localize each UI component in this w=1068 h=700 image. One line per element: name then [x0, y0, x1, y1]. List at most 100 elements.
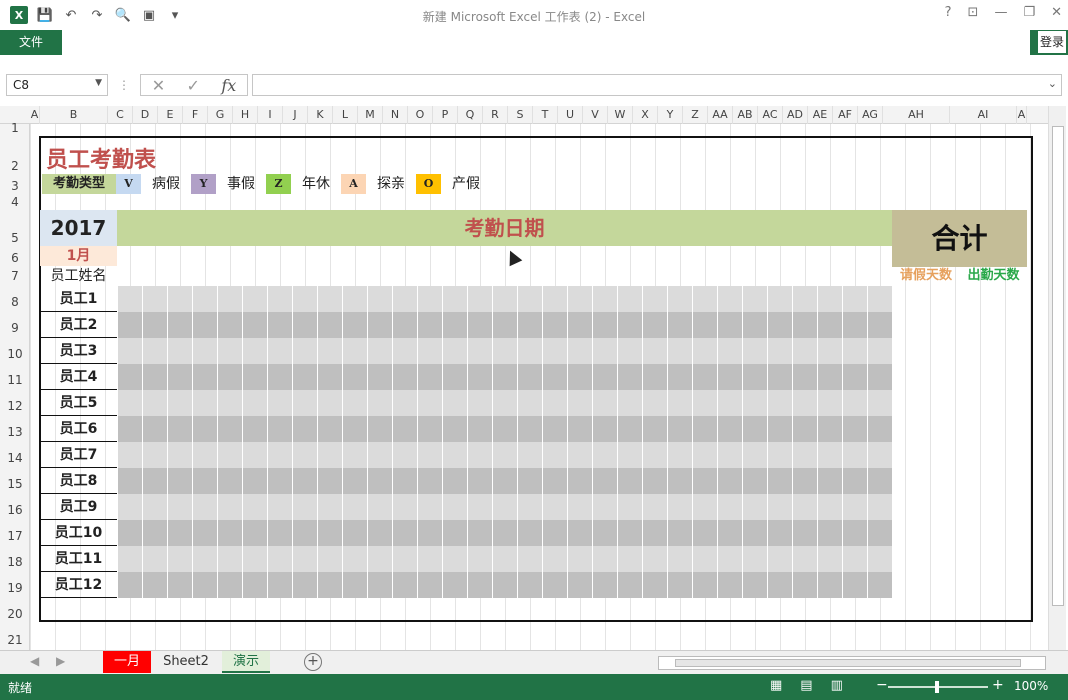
normal-view-icon[interactable]: ▦ [770, 678, 782, 693]
attendance-day-cells[interactable] [117, 520, 892, 546]
legend-name[interactable]: 年休 [291, 174, 341, 194]
column-header[interactable]: N [383, 106, 408, 124]
row-header[interactable]: 8 [0, 295, 30, 309]
row-header[interactable]: 9 [0, 321, 30, 335]
employee-name[interactable]: 员工9 [40, 494, 117, 520]
tab-review[interactable]: 审阅 [360, 30, 396, 55]
employee-name[interactable]: 员工4 [40, 364, 117, 390]
attendance-day-cells[interactable] [117, 442, 892, 468]
row-header[interactable]: 13 [0, 425, 30, 439]
column-header[interactable]: AI [950, 106, 1017, 124]
tab-file[interactable]: 文件 [0, 30, 62, 55]
sheet-tab-demo[interactable]: 演示 [222, 651, 270, 673]
column-header[interactable]: L [333, 106, 358, 124]
zoom-in-icon[interactable]: + [992, 677, 1004, 693]
column-header[interactable]: D [133, 106, 158, 124]
employee-name[interactable]: 员工3 [40, 338, 117, 364]
zoom-out-icon[interactable]: − [876, 677, 888, 693]
legend-name[interactable]: 产假 [441, 174, 491, 194]
horizontal-scrollbar[interactable] [658, 656, 1046, 670]
column-header[interactable]: B [40, 106, 108, 124]
ribbon-display-icon[interactable]: ⊡ [968, 5, 979, 20]
employee-name[interactable]: 员工1 [40, 286, 117, 312]
vertical-scrollbar[interactable] [1048, 106, 1066, 650]
column-header[interactable]: G [208, 106, 233, 124]
employee-name[interactable]: 员工8 [40, 468, 117, 494]
row-header[interactable]: 21 [0, 633, 30, 647]
column-header[interactable]: AD [783, 106, 808, 124]
row-header[interactable]: 20 [0, 607, 30, 621]
legend-code[interactable]: A [341, 174, 366, 194]
date-header[interactable]: 考勤日期 [117, 210, 892, 246]
tab-page-layout[interactable]: 页面布局 [178, 30, 238, 55]
formula-input[interactable]: ⌄ [252, 74, 1062, 96]
cancel-icon[interactable]: ✕ [152, 76, 165, 95]
tab-developer[interactable]: 开发工具 [466, 30, 526, 55]
employee-name[interactable]: 员工7 [40, 442, 117, 468]
column-header[interactable]: I [258, 106, 283, 124]
column-header[interactable]: AB [733, 106, 758, 124]
attendance-day-cells[interactable] [117, 312, 892, 338]
tab-home[interactable]: 开始 [72, 30, 108, 55]
employee-name[interactable]: 员工2 [40, 312, 117, 338]
attendance-day-cells[interactable] [117, 416, 892, 442]
tab-view[interactable]: 视图 [413, 30, 449, 55]
employee-name[interactable]: 员工6 [40, 416, 117, 442]
column-header[interactable]: F [183, 106, 208, 124]
legend-code[interactable]: Y [191, 174, 216, 194]
row-header[interactable]: 11 [0, 373, 30, 387]
scrollbar-thumb[interactable] [1052, 126, 1064, 606]
row-header[interactable]: 1 [0, 121, 30, 135]
attendance-day-cells[interactable] [117, 390, 892, 416]
column-header[interactable]: AC [758, 106, 783, 124]
column-header[interactable]: J [283, 106, 308, 124]
attendance-day-cells[interactable] [117, 468, 892, 494]
row-header[interactable]: 6 [0, 251, 30, 265]
column-header[interactable]: P [433, 106, 458, 124]
row-header[interactable]: 10 [0, 347, 30, 361]
enter-icon[interactable]: ✓ [187, 76, 200, 95]
worksheet[interactable]: 员工考勤表 考勤类型 V 病假 Y 事假 Z 年休 A 探亲 O 产假 2017… [30, 124, 1048, 650]
row-header[interactable]: 4 [0, 195, 30, 209]
tab-formulas[interactable]: 公式 [254, 30, 290, 55]
column-header[interactable]: T [533, 106, 558, 124]
sheet-tab-sheet2[interactable]: Sheet2 [153, 651, 219, 673]
row-header[interactable]: 19 [0, 581, 30, 595]
column-header[interactable]: U [558, 106, 583, 124]
row-header[interactable]: 17 [0, 529, 30, 543]
legend-name[interactable]: 探亲 [366, 174, 416, 194]
column-header[interactable]: AF [833, 106, 858, 124]
column-header[interactable]: V [583, 106, 608, 124]
month-cell[interactable]: 1月 [40, 246, 117, 266]
insert-function-icon[interactable]: fx [221, 76, 236, 95]
legend-name[interactable]: 事假 [216, 174, 266, 194]
legend-label[interactable]: 考勤类型 [42, 174, 116, 194]
chevron-down-icon[interactable]: ▼ [95, 78, 102, 88]
column-header[interactable]: AA [708, 106, 733, 124]
row-header[interactable]: 14 [0, 451, 30, 465]
login-link[interactable]: 登录 [1037, 31, 1066, 53]
zoom-slider[interactable] [888, 681, 988, 693]
attendance-day-cells[interactable] [117, 286, 892, 312]
column-header[interactable]: C [108, 106, 133, 124]
help-icon[interactable]: ? [945, 5, 952, 20]
column-header[interactable]: Z [683, 106, 708, 124]
add-sheet-icon[interactable]: + [304, 653, 322, 671]
column-header[interactable]: AG [858, 106, 883, 124]
column-header[interactable]: A [30, 106, 40, 124]
employee-name[interactable]: 员工5 [40, 390, 117, 416]
employee-name[interactable]: 员工12 [40, 572, 117, 598]
leave-days-header[interactable]: 请假天数 [892, 267, 960, 285]
close-icon[interactable]: ✕ [1051, 5, 1062, 20]
row-header[interactable]: 18 [0, 555, 30, 569]
prev-sheet-icon[interactable]: ◀ [30, 654, 39, 668]
legend-code[interactable]: Z [266, 174, 291, 194]
next-sheet-icon[interactable]: ▶ [56, 654, 65, 668]
name-header[interactable]: 员工姓名 [40, 267, 117, 285]
page-break-view-icon[interactable]: ▥ [831, 678, 843, 693]
tab-diy-toolbox[interactable]: DIY工具箱 [544, 30, 612, 55]
name-box[interactable]: C8 ▼ [6, 74, 108, 96]
column-header[interactable]: O [408, 106, 433, 124]
work-days-header[interactable]: 出勤天数 [960, 267, 1027, 285]
column-header[interactable]: AH [883, 106, 950, 124]
